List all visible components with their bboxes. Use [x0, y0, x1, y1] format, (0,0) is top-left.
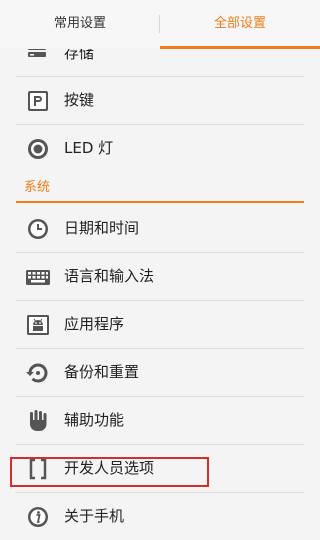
- info-icon: [24, 505, 52, 529]
- settings-item-label: 存储: [64, 49, 95, 62]
- settings-item-accessibility[interactable]: 辅助功能: [0, 396, 320, 444]
- settings-item-label: 关于手机: [64, 507, 125, 525]
- clock-icon: [24, 217, 52, 241]
- settings-tab-bar: 常用设置 全部设置: [0, 0, 320, 49]
- tab-common-settings[interactable]: 常用设置: [0, 0, 160, 48]
- highlight-box-developer-options: [10, 457, 209, 487]
- tab-all-settings[interactable]: 全部设置: [160, 0, 320, 48]
- settings-item-label: 按键: [64, 91, 95, 109]
- hand-icon: [24, 409, 52, 433]
- settings-item-label: 辅助功能: [64, 411, 125, 429]
- settings-item-label: 日期和时间: [64, 219, 140, 237]
- keyboard-icon: [24, 265, 52, 289]
- settings-item-label: LED 灯: [64, 139, 114, 157]
- settings-item-label: 应用程序: [64, 315, 125, 333]
- storage-icon: [24, 49, 52, 66]
- settings-item-storage[interactable]: 存储: [0, 49, 320, 77]
- section-divider: [16, 201, 304, 203]
- settings-item-led[interactable]: LED 灯: [0, 124, 320, 172]
- settings-item-buttons[interactable]: 按键: [0, 76, 320, 124]
- led-icon: [24, 137, 52, 161]
- android-icon: [24, 313, 52, 337]
- settings-item-language-input[interactable]: 语言和输入法: [0, 252, 320, 300]
- settings-item-label: 语言和输入法: [64, 267, 155, 285]
- settings-item-backup-reset[interactable]: 备份和重置: [0, 348, 320, 396]
- settings-item-date-time[interactable]: 日期和时间: [0, 204, 320, 252]
- settings-item-label: 备份和重置: [64, 363, 140, 381]
- backup-icon: [24, 361, 52, 385]
- button-key-icon: [24, 89, 52, 113]
- section-header-system: 系统: [24, 180, 51, 195]
- settings-item-about-phone[interactable]: 关于手机: [0, 492, 320, 540]
- settings-item-apps[interactable]: 应用程序: [0, 300, 320, 348]
